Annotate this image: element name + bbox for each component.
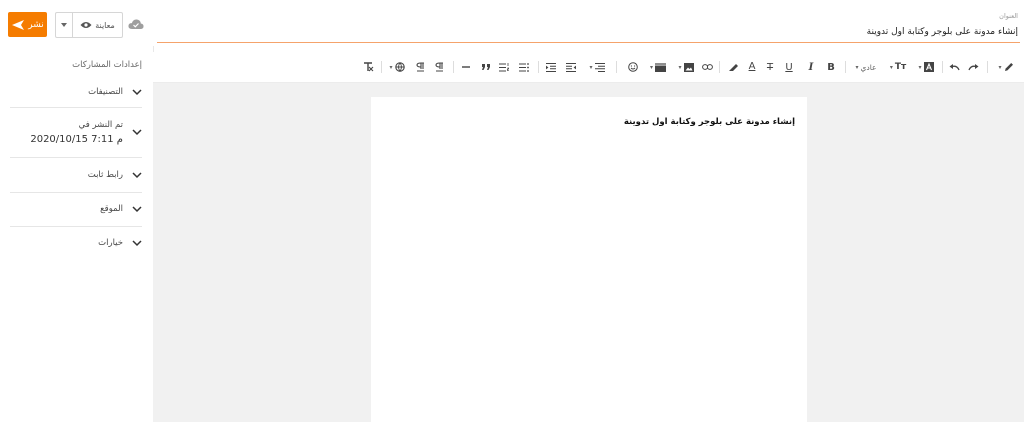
editor-canvas: إنشاء مدونة على بلوجر وكتابة اول تدوينة	[153, 83, 1024, 427]
horizontal-line-icon	[462, 66, 470, 68]
font-family-button[interactable]: ▾	[915, 59, 937, 75]
publish-label: نشر	[28, 19, 44, 30]
published-date: 2020/10/15 7:11 م	[30, 133, 123, 145]
cloud-saved-icon	[128, 19, 144, 29]
outdent-icon	[566, 62, 576, 72]
eye-icon	[80, 22, 92, 28]
post-settings-panel: نشر معاينة إعدادات المشاركات التصنيفات ت…	[0, 0, 154, 422]
caret-down-icon: ▾	[389, 63, 393, 71]
align-button[interactable]: ▾	[586, 59, 608, 75]
bullet-list-button[interactable]	[518, 59, 530, 75]
highlight-color-button[interactable]	[726, 59, 740, 75]
clear-formatting-icon	[363, 62, 373, 72]
emoji-button[interactable]	[627, 59, 639, 75]
location-label: الموقع	[100, 204, 123, 214]
redo-button[interactable]	[967, 59, 979, 75]
outdent-button[interactable]	[565, 59, 577, 75]
permalink-label: رابط ثابت	[87, 169, 123, 180]
caret-down-icon: ▾	[678, 63, 682, 71]
chevron-down-icon	[132, 129, 142, 136]
bold-label: B	[827, 61, 835, 73]
indent-button[interactable]	[545, 59, 557, 75]
clear-formatting-button[interactable]	[361, 59, 375, 75]
preview-group: معاينة	[55, 12, 123, 38]
settings-row-published[interactable]: تم النشر في 2020/10/15 7:11 م	[10, 107, 142, 158]
indent-icon	[546, 62, 556, 72]
chevron-down-icon	[132, 171, 142, 178]
image-icon	[683, 62, 694, 72]
options-label: خيارات	[98, 238, 123, 248]
pencil-icon	[1004, 63, 1013, 71]
rtl-button[interactable]	[433, 59, 445, 75]
quote-button[interactable]	[480, 59, 492, 75]
post-settings-title: إعدادات المشاركات	[72, 60, 142, 70]
smiley-icon	[628, 62, 638, 72]
bold-button[interactable]: B	[825, 59, 837, 75]
italic-label: I	[808, 61, 814, 73]
settings-row-categories[interactable]: التصنيفات	[10, 77, 142, 108]
numbered-list-icon	[499, 62, 509, 72]
publish-button[interactable]: نشر	[8, 12, 47, 37]
insert-link-button[interactable]	[701, 59, 713, 75]
caret-down-icon: ▾	[855, 63, 859, 71]
chevron-down-icon	[132, 240, 142, 247]
caret-down-icon	[61, 23, 67, 27]
numbered-list-button[interactable]	[498, 59, 510, 75]
chevron-down-icon	[132, 89, 142, 96]
preview-label: معاينة	[95, 20, 115, 30]
ltr-button[interactable]	[414, 59, 426, 75]
bullet-list-icon	[519, 62, 529, 72]
text-color-label: A	[748, 61, 756, 72]
pilcrow-rtl-icon	[434, 62, 443, 72]
caret-down-icon: ▾	[998, 63, 1002, 71]
strike-label: T	[766, 61, 774, 73]
redo-icon	[967, 63, 978, 70]
insert-image-button[interactable]: ▾	[675, 59, 697, 75]
preview-dropdown-button[interactable]	[56, 13, 73, 37]
caret-down-icon: ▾	[889, 63, 893, 71]
strikethrough-button[interactable]: T	[764, 59, 776, 75]
settings-row-permalink[interactable]: رابط ثابت	[10, 157, 142, 193]
highlighter-icon	[728, 64, 738, 71]
underline-label: U	[785, 61, 793, 73]
caret-down-icon: ▾	[589, 63, 593, 71]
caret-down-icon: ▾	[918, 63, 922, 71]
send-icon	[12, 19, 25, 30]
language-button[interactable]: ▾	[387, 59, 407, 75]
preview-button[interactable]: معاينة	[73, 21, 122, 30]
published-title: تم النشر في	[78, 119, 123, 130]
video-icon	[655, 62, 666, 72]
post-heading[interactable]: إنشاء مدونة على بلوجر وكتابة اول تدوينة	[624, 117, 795, 127]
text-color-button[interactable]: A	[745, 59, 759, 75]
title-input[interactable]: إنشاء مدونة على بلوجر وكتابة اول تدوينة	[867, 27, 1018, 37]
link-icon	[701, 64, 713, 70]
pilcrow-ltr-icon	[415, 62, 424, 72]
settings-row-location[interactable]: الموقع	[10, 192, 142, 227]
editor-toolbar: ▾ ▾ ▾ ▾ A T U I B ▾ عادي ▾ Tт ▾ ▾	[153, 52, 1024, 83]
font-size-icon-label: Tт	[894, 62, 907, 72]
title-underline	[157, 42, 1020, 43]
title-field-label: العنوان	[999, 12, 1018, 20]
compose-mode-button[interactable]: ▾	[995, 59, 1017, 75]
editor-page[interactable]: إنشاء مدونة على بلوجر وكتابة اول تدوينة	[371, 97, 807, 427]
insert-video-button[interactable]: ▾	[647, 59, 669, 75]
categories-label: التصنيفات	[88, 87, 123, 97]
globe-icon	[394, 62, 405, 72]
paragraph-style-select[interactable]: ▾ عادي	[851, 59, 881, 75]
undo-button[interactable]	[948, 59, 960, 75]
font-size-button[interactable]: ▾ Tт	[887, 59, 909, 75]
settings-row-options[interactable]: خيارات	[10, 226, 142, 260]
italic-button[interactable]: I	[805, 59, 817, 75]
chevron-down-icon	[132, 206, 142, 213]
caret-down-icon: ▾	[649, 63, 653, 71]
underline-button[interactable]: U	[783, 59, 795, 75]
quote-icon	[482, 64, 490, 70]
title-area: العنوان إنشاء مدونة على بلوجر وكتابة اول…	[153, 0, 1024, 46]
align-right-icon	[594, 62, 605, 72]
paragraph-style-value: عادي	[860, 62, 877, 72]
undo-icon	[949, 63, 960, 70]
horizontal-line-button[interactable]	[460, 59, 472, 75]
font-family-icon	[923, 62, 934, 72]
